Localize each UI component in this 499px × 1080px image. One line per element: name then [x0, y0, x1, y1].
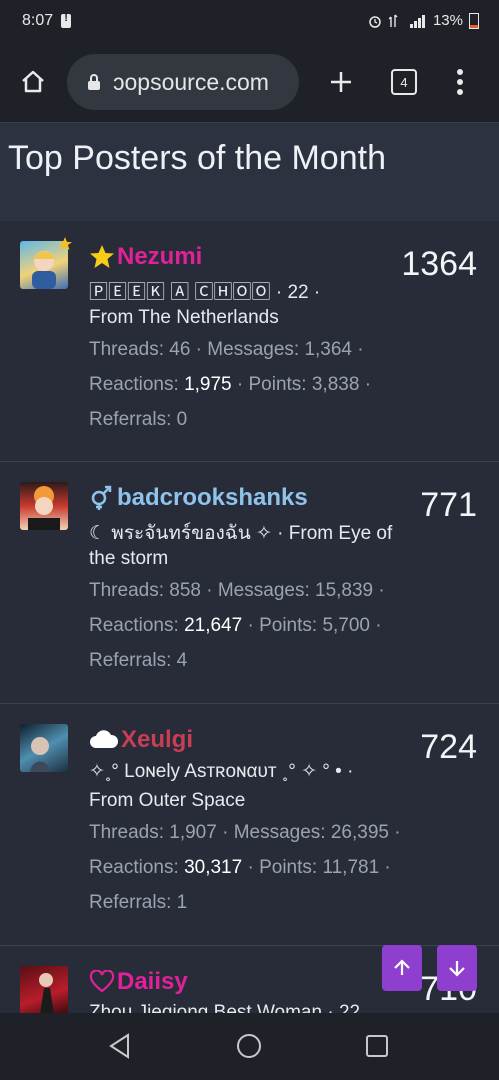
page-title: Top Posters of the Month	[8, 139, 386, 177]
poster-row: Daiisy 710 Zhou Jieqiong Best Woman · 22	[0, 946, 499, 1013]
messages-stat: Messages: 26,395	[233, 822, 389, 843]
stats-line-2: Reactions: 21,647 · Points: 5,700 ·	[89, 615, 382, 636]
username-link[interactable]: Xeulgi	[89, 726, 193, 754]
system-navigation-bar	[0, 1013, 499, 1080]
username-text: Xeulgi	[121, 726, 194, 753]
stats-line-1: Threads: 1,907 · Messages: 26,395 ·	[89, 822, 401, 843]
reactions-value: 21,647	[184, 615, 243, 636]
messages-stat: Messages: 1,364	[207, 339, 352, 360]
reactions-label: Reactions:	[89, 857, 179, 878]
post-count: 1364	[401, 245, 477, 283]
status-time: 8:07	[22, 12, 54, 29]
top-posters-list: Nezumi 1364 🄿🄴🄴🄺 🄰 🄲🄷🄾🄾 · 22 · From The …	[0, 221, 499, 1013]
poster-row: Xeulgi 724 ✧˳° Lᴏɴely Asᴛʀᴏɴαᴜᴛ ˳° ✧ ° •…	[0, 704, 499, 946]
stats-line-1: Threads: 46 · Messages: 1,364 ·	[89, 339, 364, 360]
username-text: Nezumi	[117, 243, 203, 270]
recents-button[interactable]	[357, 1026, 397, 1066]
cloud-icon	[90, 730, 119, 748]
browser-toolbar: ɔopsource.com 4	[0, 44, 499, 123]
status-time-group: 8:07	[22, 12, 72, 30]
user-location-line: the storm	[89, 548, 169, 569]
battery-icon	[469, 12, 479, 29]
gender-icon	[91, 485, 112, 510]
stats-line-2: Reactions: 1,975 · Points: 3,838 ·	[89, 374, 372, 395]
url-text: ɔopsource.com	[113, 68, 269, 95]
points-stat: Points: 11,781	[259, 857, 380, 878]
avatar-figure-icon	[28, 486, 60, 530]
address-bar[interactable]: ɔopsource.com	[67, 54, 299, 110]
more-vert-icon	[457, 69, 463, 95]
back-triangle-icon	[109, 1033, 129, 1059]
user-title-line: Zhou Jieqiong Best Woman · 22	[89, 1002, 361, 1013]
username-text: badcrookshanks	[117, 484, 308, 511]
avatar[interactable]	[20, 482, 68, 530]
reactions-label: Reactions:	[89, 615, 179, 636]
username-link[interactable]: badcrookshanks	[89, 484, 308, 512]
referrals-stat: Referrals: 4	[89, 650, 188, 671]
tab-count: 4	[391, 69, 417, 95]
user-title-line: ✧˳° Lᴏɴely Asᴛʀᴏɴαᴜᴛ ˳° ✧ ° • ·	[89, 761, 354, 782]
scroll-up-button[interactable]	[382, 945, 422, 991]
post-count: 771	[420, 486, 477, 524]
user-location-line: From Outer Space	[89, 790, 246, 811]
username-text: Daiisy	[117, 968, 188, 995]
home-nav-button[interactable]	[229, 1026, 269, 1066]
poster-row: Nezumi 1364 🄿🄴🄴🄺 🄰 🄲🄷🄾🄾 · 22 · From The …	[0, 221, 499, 462]
post-count: 724	[420, 728, 477, 766]
star-icon	[90, 245, 114, 268]
heart-icon	[89, 970, 115, 993]
threads-stat: Threads: 46	[89, 339, 191, 360]
new-tab-button[interactable]	[321, 62, 361, 102]
home-button[interactable]	[13, 62, 53, 102]
stats-line-2: Reactions: 30,317 · Points: 11,781 ·	[89, 857, 391, 878]
threads-stat: Threads: 1,907	[89, 822, 217, 843]
recents-square-icon	[366, 1035, 388, 1057]
back-button[interactable]	[100, 1026, 140, 1066]
home-icon	[22, 70, 44, 93]
arrow-down-icon	[449, 961, 465, 977]
points-stat: Points: 3,838	[248, 374, 360, 395]
points-stat: Points: 5,700	[259, 615, 370, 636]
referrals-stat: Referrals: 1	[89, 892, 188, 913]
username-link[interactable]: Daiisy	[89, 968, 188, 996]
avatar[interactable]	[20, 966, 68, 1013]
lock-icon	[88, 74, 100, 90]
stats-line-1: Threads: 858 · Messages: 15,839 ·	[89, 580, 385, 601]
user-location-line: From The Netherlands	[89, 307, 279, 328]
username-link[interactable]: Nezumi	[89, 243, 202, 271]
battery-percent: 13%	[432, 12, 463, 29]
messages-stat: Messages: 15,839	[217, 580, 374, 601]
avatar-figure-icon	[30, 737, 50, 772]
avatar-badge-star-icon	[58, 237, 72, 250]
status-bar: 8:07 13%	[0, 0, 499, 44]
referrals-stat: Referrals: 0	[89, 409, 188, 430]
page-header: Top Posters of the Month	[0, 123, 499, 221]
reactions-label: Reactions:	[89, 374, 179, 395]
arrow-up-icon	[394, 959, 410, 975]
user-title-line: 🄿🄴🄴🄺 🄰 🄲🄷🄾🄾 · 22 ·	[89, 282, 321, 303]
signal-4g-icon	[388, 14, 398, 27]
alarm-icon	[369, 15, 381, 28]
avatar-figure-icon	[39, 973, 54, 1013]
reactions-value: 30,317	[184, 857, 243, 878]
home-circle-icon	[237, 1034, 261, 1058]
user-title-line: ☾ พระจันทร์ของฉัน ✧ · From Eye of	[89, 523, 393, 544]
poster-row: badcrookshanks 771 ☾ พระจันทร์ของฉัน ✧ ·…	[0, 462, 499, 704]
threads-stat: Threads: 858	[89, 580, 201, 601]
tab-switcher-button[interactable]: 4	[384, 62, 424, 102]
reactions-value: 1,975	[184, 374, 232, 395]
plus-icon	[331, 72, 351, 92]
cell-signal-icon	[409, 14, 425, 28]
scroll-down-button[interactable]	[437, 945, 477, 991]
avatar[interactable]	[20, 724, 68, 772]
menu-button[interactable]	[440, 62, 480, 102]
notification-icon	[61, 12, 72, 28]
status-right-group: 13%	[367, 12, 479, 29]
